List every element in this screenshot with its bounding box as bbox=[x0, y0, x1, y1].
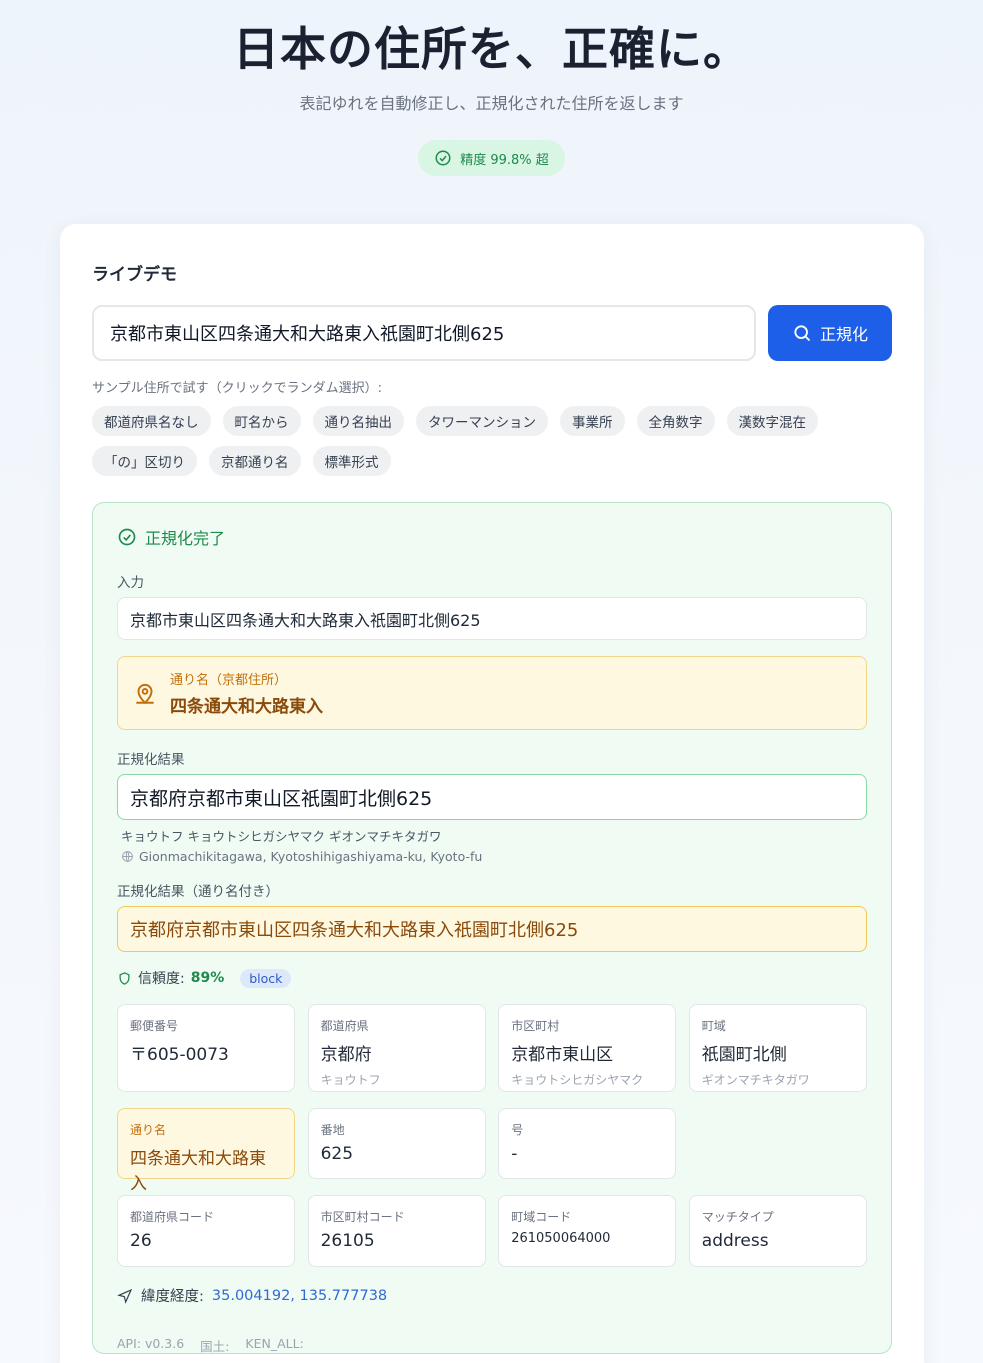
street-callout-label: 通り名（京都住所） bbox=[170, 673, 288, 688]
page-title: 日本の住所を、正確に。 bbox=[233, 22, 750, 76]
field-match-type: マッチタイプ address bbox=[688, 1195, 867, 1267]
field-go: 号 - bbox=[498, 1108, 677, 1179]
field-city-code: 市区町村コード 26105 bbox=[307, 1195, 486, 1267]
sample-chip[interactable]: 「の」区切り bbox=[92, 446, 197, 476]
field-prefecture: 都道府県 京都府 キョウトフ bbox=[307, 1004, 486, 1092]
result-status: 正規化完了 bbox=[117, 525, 867, 549]
kokudo-version: 国土: bbox=[200, 1339, 230, 1354]
demo-card: ライブデモ 京都市東山区四条通大和大路東入祇園町北側625 正規化 サンプル住所… bbox=[60, 224, 924, 1363]
shield-icon bbox=[119, 971, 130, 985]
accuracy-badge-label: 精度 99.8% 超 bbox=[460, 152, 549, 168]
field-value: 祇園町北側 bbox=[701, 1045, 787, 1065]
field-street: 通り名 四条通大和大路東入 bbox=[117, 1108, 295, 1194]
field-value: 四条通大和大路東入 bbox=[130, 1149, 266, 1194]
field-value: address bbox=[701, 1231, 769, 1251]
input-echo: 京都市東山区四条通大和大路東入祇園町北側625 bbox=[117, 597, 867, 640]
sample-chips: 都道府県名なし 町名から 通り名抽出 タワーマンション 事業所 全角数字 漢数字… bbox=[92, 406, 832, 476]
field-value: 625 bbox=[320, 1144, 354, 1164]
search-row: 京都市東山区四条通大和大路東入祇園町北側625 正規化 bbox=[92, 305, 892, 361]
normalized-romaji: Gionmachikitagawa, Kyotoshihigashiyama-k… bbox=[117, 849, 867, 864]
ken-all-version: KEN_ALL: bbox=[245, 1336, 304, 1351]
result-status-label: 正規化完了 bbox=[145, 529, 226, 548]
field-kana: ギオンマチキタガワ bbox=[701, 1073, 810, 1087]
result-panel: 正規化完了 入力 京都市東山区四条通大和大路東入祇園町北側625 通り名（京都住… bbox=[92, 502, 892, 1354]
street-callout-value: 四条通大和大路東入 bbox=[170, 697, 323, 717]
field-value: 26105 bbox=[320, 1231, 375, 1251]
field-postal: 郵便番号 〒605-0073 bbox=[117, 1004, 295, 1092]
hero: 日本の住所を、正確に。 表記ゆれを自動修正し、正規化された住所を返します 精度 … bbox=[0, 0, 983, 176]
normalized-value: 京都府京都市東山区祇園町北側625 bbox=[117, 774, 867, 820]
page-subtitle: 表記ゆれを自動修正し、正規化された住所を返します bbox=[299, 94, 684, 113]
field-grid-row1: 郵便番号 〒605-0073 都道府県 京都府 キョウトフ 市区町村 京都市東山… bbox=[117, 1004, 867, 1092]
coordinates-label: 緯度経度: bbox=[141, 1289, 204, 1305]
navigation-icon bbox=[117, 1288, 133, 1304]
sample-chip[interactable]: 都道府県名なし bbox=[92, 406, 211, 436]
demo-title: ライブデモ bbox=[92, 265, 177, 285]
field-grid-row2: 通り名 四条通大和大路東入 番地 625 号 - bbox=[117, 1108, 867, 1194]
coordinates-link[interactable]: 35.004192, 135.777738 bbox=[212, 1288, 387, 1304]
field-banchi: 番地 625 bbox=[307, 1108, 486, 1179]
field-label: 号 bbox=[511, 1123, 524, 1137]
sample-chip[interactable]: 京都通り名 bbox=[209, 446, 301, 476]
field-kana: キョウトシヒガシヤマク bbox=[511, 1073, 644, 1087]
field-town: 町域 祇園町北側 ギオンマチキタガワ bbox=[688, 1004, 867, 1092]
sample-chip[interactable]: 通り名抽出 bbox=[312, 406, 404, 436]
sample-chip[interactable]: 標準形式 bbox=[312, 446, 391, 476]
check-circle-icon bbox=[435, 150, 451, 166]
normalize-button[interactable]: 正規化 bbox=[768, 305, 892, 361]
field-town-code: 町域コード 261050064000 bbox=[498, 1195, 677, 1267]
level-tag: block bbox=[240, 968, 292, 988]
normalize-button-label: 正規化 bbox=[819, 325, 868, 344]
confidence-value: 89% bbox=[190, 970, 225, 986]
address-input[interactable]: 京都市東山区四条通大和大路東入祇園町北側625 bbox=[92, 305, 756, 361]
field-label: 都道府県コード bbox=[130, 1210, 215, 1224]
field-label: 町域 bbox=[701, 1019, 726, 1033]
field-value: 京都市東山区 bbox=[511, 1045, 614, 1065]
field-label: マッチタイプ bbox=[701, 1210, 774, 1224]
input-label: 入力 bbox=[117, 575, 144, 591]
coordinates-row: 緯度経度: 35.004192, 135.777738 bbox=[117, 1285, 867, 1306]
field-value: - bbox=[511, 1144, 518, 1164]
confidence-row: 信頼度: 89% block bbox=[117, 968, 867, 988]
with-street-label: 正規化結果（通り名付き） bbox=[117, 884, 279, 900]
with-street-value: 京都府京都市東山区四条通大和大路東入祇園町北側625 bbox=[117, 906, 867, 952]
search-icon bbox=[794, 325, 811, 342]
globe-icon bbox=[122, 851, 133, 862]
sample-chip[interactable]: 町名から bbox=[222, 406, 301, 436]
field-label: 郵便番号 bbox=[130, 1019, 179, 1033]
field-value: 京都府 bbox=[320, 1045, 372, 1065]
field-label: 町域コード bbox=[511, 1210, 572, 1224]
field-kana: キョウトフ bbox=[320, 1073, 381, 1087]
api-version: API: v0.3.6 bbox=[117, 1336, 185, 1351]
sample-chip[interactable]: タワーマンション bbox=[416, 406, 548, 436]
sample-chip[interactable]: 全角数字 bbox=[636, 406, 715, 436]
field-value: 〒605-0073 bbox=[130, 1045, 229, 1065]
field-label: 番地 bbox=[320, 1123, 345, 1137]
field-label: 通り名 bbox=[130, 1123, 167, 1137]
sample-hint: サンプル住所で試す（クリックでランダム選択）: bbox=[92, 381, 382, 396]
field-value: 261050064000 bbox=[511, 1231, 611, 1246]
street-name-callout: 通り名（京都住所） 四条通大和大路東入 bbox=[117, 656, 867, 730]
normalized-kana: キョウトフ キョウトシヒガシヤマク ギオンマチキタガワ bbox=[121, 829, 442, 844]
field-city: 市区町村 京都市東山区 キョウトシヒガシヤマク bbox=[498, 1004, 677, 1092]
map-pin-icon bbox=[136, 683, 154, 705]
check-circle-icon bbox=[118, 528, 136, 546]
field-label: 市区町村 bbox=[511, 1019, 560, 1033]
field-pref-code: 都道府県コード 26 bbox=[117, 1195, 295, 1267]
field-label: 市区町村コード bbox=[320, 1210, 405, 1224]
version-footer: API: v0.3.6 国土: KEN_ALL: bbox=[117, 1336, 867, 1355]
romaji-text: Gionmachikitagawa, Kyotoshihigashiyama-k… bbox=[139, 849, 483, 864]
sample-chip[interactable]: 漢数字混在 bbox=[726, 406, 818, 436]
sample-chip[interactable]: 事業所 bbox=[560, 406, 625, 436]
field-label: 都道府県 bbox=[320, 1019, 369, 1033]
field-value: 26 bbox=[130, 1231, 152, 1251]
field-grid-row3: 都道府県コード 26 市区町村コード 26105 町域コード 261050064… bbox=[117, 1195, 867, 1267]
confidence-label: 信頼度: bbox=[138, 971, 185, 987]
normalized-label: 正規化結果 bbox=[117, 752, 185, 768]
accuracy-badge: 精度 99.8% 超 bbox=[418, 140, 565, 176]
